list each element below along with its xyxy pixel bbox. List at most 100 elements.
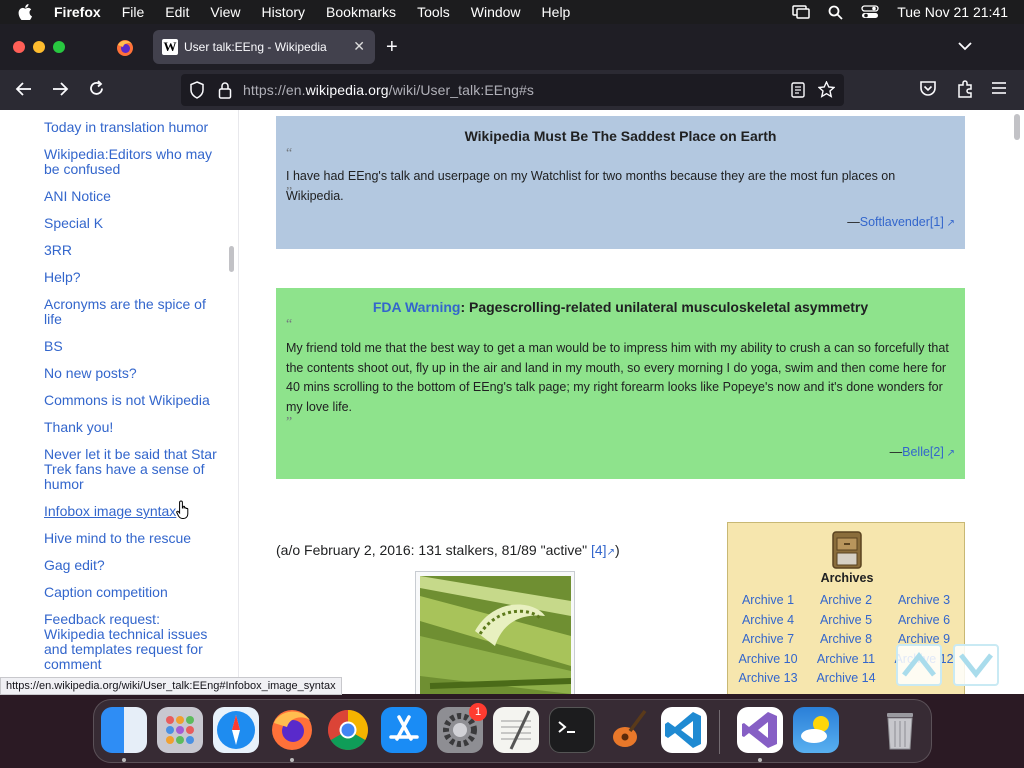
textedit-icon[interactable] — [493, 707, 539, 753]
lock-icon[interactable] — [218, 81, 232, 104]
toc-item[interactable]: BS — [44, 339, 220, 354]
scroll-to-top-button[interactable] — [896, 644, 942, 686]
window-close-button[interactable] — [13, 41, 25, 53]
pocket-icon[interactable] — [919, 80, 937, 102]
archive-link[interactable]: Archive 2 — [811, 593, 881, 607]
toc-item[interactable]: Feedback request: Wikipedia technical is… — [44, 612, 220, 672]
toc-item[interactable]: Special K — [44, 216, 220, 231]
toc-item[interactable]: 3RR — [44, 243, 220, 258]
url-prefix: https://en. — [243, 82, 306, 98]
toc-item[interactable]: Thank you! — [44, 420, 220, 435]
scroll-to-bottom-button[interactable] — [953, 644, 999, 686]
firefox-icon[interactable] — [269, 707, 315, 753]
menu-history[interactable]: History — [261, 4, 305, 20]
safari-icon[interactable] — [213, 707, 259, 753]
running-indicator — [758, 758, 762, 762]
signature-link-softlavender[interactable]: Softlavender[1] — [860, 215, 944, 229]
archive-link[interactable]: Archive 13 — [733, 671, 803, 685]
archive-link[interactable]: Archive 4 — [733, 613, 803, 627]
page-scrollbar-thumb[interactable] — [1014, 114, 1020, 140]
window-zoom-button[interactable] — [53, 41, 65, 53]
menubar-clock[interactable]: Tue Nov 21 21:41 — [897, 4, 1008, 20]
close-quote-mark: ” — [286, 185, 293, 200]
archive-link[interactable]: Archive 14 — [811, 671, 881, 685]
list-all-tabs-icon[interactable] — [958, 38, 972, 56]
menu-help[interactable]: Help — [542, 4, 571, 20]
quote-signature: —Softlavender[1] ↗ — [847, 215, 955, 229]
celery-image-thumbnail[interactable] — [415, 571, 575, 694]
spotlight-search-icon[interactable] — [828, 5, 843, 20]
chevron-up-icon — [902, 651, 936, 677]
extensions-puzzle-icon[interactable] — [956, 80, 974, 103]
stalkers-count-text: (a/o February 2, 2016: 131 stalkers, 81/… — [276, 542, 620, 558]
apple-icon[interactable] — [18, 4, 36, 20]
toc-item[interactable]: Commons is not Wikipedia — [44, 393, 220, 408]
quote-title-rest: : Pagescrolling-related unilateral muscu… — [460, 299, 869, 315]
vscode-icon[interactable] — [661, 707, 707, 753]
toc-item[interactable]: Caption competition — [44, 585, 220, 600]
menu-view[interactable]: View — [210, 4, 240, 20]
firefox-view-icon[interactable] — [116, 39, 134, 57]
stalkers-text: (a/o February 2, 2016: 131 stalkers, 81/… — [276, 542, 591, 558]
reference-link-4[interactable]: [4] — [591, 542, 607, 558]
terminal-icon[interactable] — [549, 707, 595, 753]
control-center-icon[interactable] — [861, 5, 879, 19]
chrome-icon[interactable] — [325, 707, 371, 753]
menu-file[interactable]: File — [122, 4, 145, 20]
toc-item[interactable]: Help? — [44, 270, 220, 285]
tracking-protection-shield-icon[interactable] — [189, 81, 205, 104]
archive-link[interactable]: Archive 7 — [733, 632, 803, 646]
weather-icon[interactable] — [793, 707, 839, 753]
tab-user-talk-eeng[interactable]: W User talk:EEng - Wikipedia ✕ — [153, 30, 375, 64]
tab-close-icon[interactable]: ✕ — [353, 38, 365, 55]
trash-icon[interactable] — [877, 707, 923, 753]
toc-item[interactable]: Hive mind to the rescue — [44, 531, 220, 546]
menu-edit[interactable]: Edit — [165, 4, 189, 20]
quote-title: FDA Warning: Pagescrolling-related unila… — [276, 299, 965, 315]
archive-link[interactable]: Archive 10 — [733, 652, 803, 666]
toc-item-hovered[interactable]: Infobox image syntax — [44, 504, 220, 519]
app-store-icon[interactable] — [381, 707, 427, 753]
menu-tools[interactable]: Tools — [417, 4, 450, 20]
toc-item[interactable]: Never let it be said that Star Trek fans… — [44, 447, 220, 492]
new-tab-icon[interactable]: + — [386, 36, 398, 59]
garageband-icon[interactable] — [605, 707, 651, 753]
toc-item[interactable]: Gag edit? — [44, 558, 220, 573]
menu-bookmarks[interactable]: Bookmarks — [326, 4, 396, 20]
bookmark-star-icon[interactable] — [817, 80, 836, 103]
toc-item[interactable]: No new posts? — [44, 366, 220, 381]
browser-nav-bar: https://en.wikipedia.org/wiki/User_talk:… — [0, 70, 1024, 110]
tab-title: User talk:EEng - Wikipedia — [184, 40, 327, 54]
fda-warning-link[interactable]: FDA Warning — [373, 299, 461, 315]
forward-arrow-icon[interactable] — [51, 80, 69, 103]
chevron-down-icon — [959, 653, 993, 679]
reader-view-icon[interactable] — [791, 82, 805, 103]
archive-link[interactable]: Archive 6 — [889, 613, 959, 627]
hamburger-menu-icon[interactable] — [991, 80, 1007, 101]
finder-icon[interactable] — [101, 707, 147, 753]
toc-item[interactable]: Wikipedia:Editors who may be confused — [44, 147, 220, 177]
screen-mirroring-icon[interactable] — [792, 5, 810, 19]
signature-link-belle[interactable]: Belle[2] — [902, 445, 944, 459]
menu-window[interactable]: Window — [471, 4, 521, 20]
archive-link[interactable]: Archive 11 — [811, 652, 881, 666]
launchpad-icon[interactable] — [157, 707, 203, 753]
url-text[interactable]: https://en.wikipedia.org/wiki/User_talk:… — [243, 82, 534, 98]
archive-link[interactable]: Archive 5 — [811, 613, 881, 627]
url-path: /wiki/User_talk:EEng#s — [388, 82, 534, 98]
toc-item[interactable]: Today in translation humor — [44, 120, 220, 135]
toc-item[interactable]: Acronyms are the spice of life — [44, 297, 220, 327]
notification-badge: 1 — [469, 703, 487, 721]
reload-icon[interactable] — [88, 80, 105, 102]
back-arrow-icon[interactable] — [15, 80, 33, 103]
menu-app-name[interactable]: Firefox — [54, 4, 101, 20]
toc-item[interactable]: ANI Notice — [44, 189, 220, 204]
visual-studio-icon[interactable] — [737, 707, 783, 753]
window-minimize-button[interactable] — [33, 41, 45, 53]
archive-link[interactable]: Archive 8 — [811, 632, 881, 646]
archive-link[interactable]: Archive 3 — [889, 593, 959, 607]
url-bar[interactable]: https://en.wikipedia.org/wiki/User_talk:… — [181, 74, 844, 106]
quote-title: Wikipedia Must Be The Saddest Place on E… — [464, 128, 777, 144]
sidebar-scrollbar-thumb[interactable] — [229, 246, 234, 272]
archive-link[interactable]: Archive 1 — [733, 593, 803, 607]
